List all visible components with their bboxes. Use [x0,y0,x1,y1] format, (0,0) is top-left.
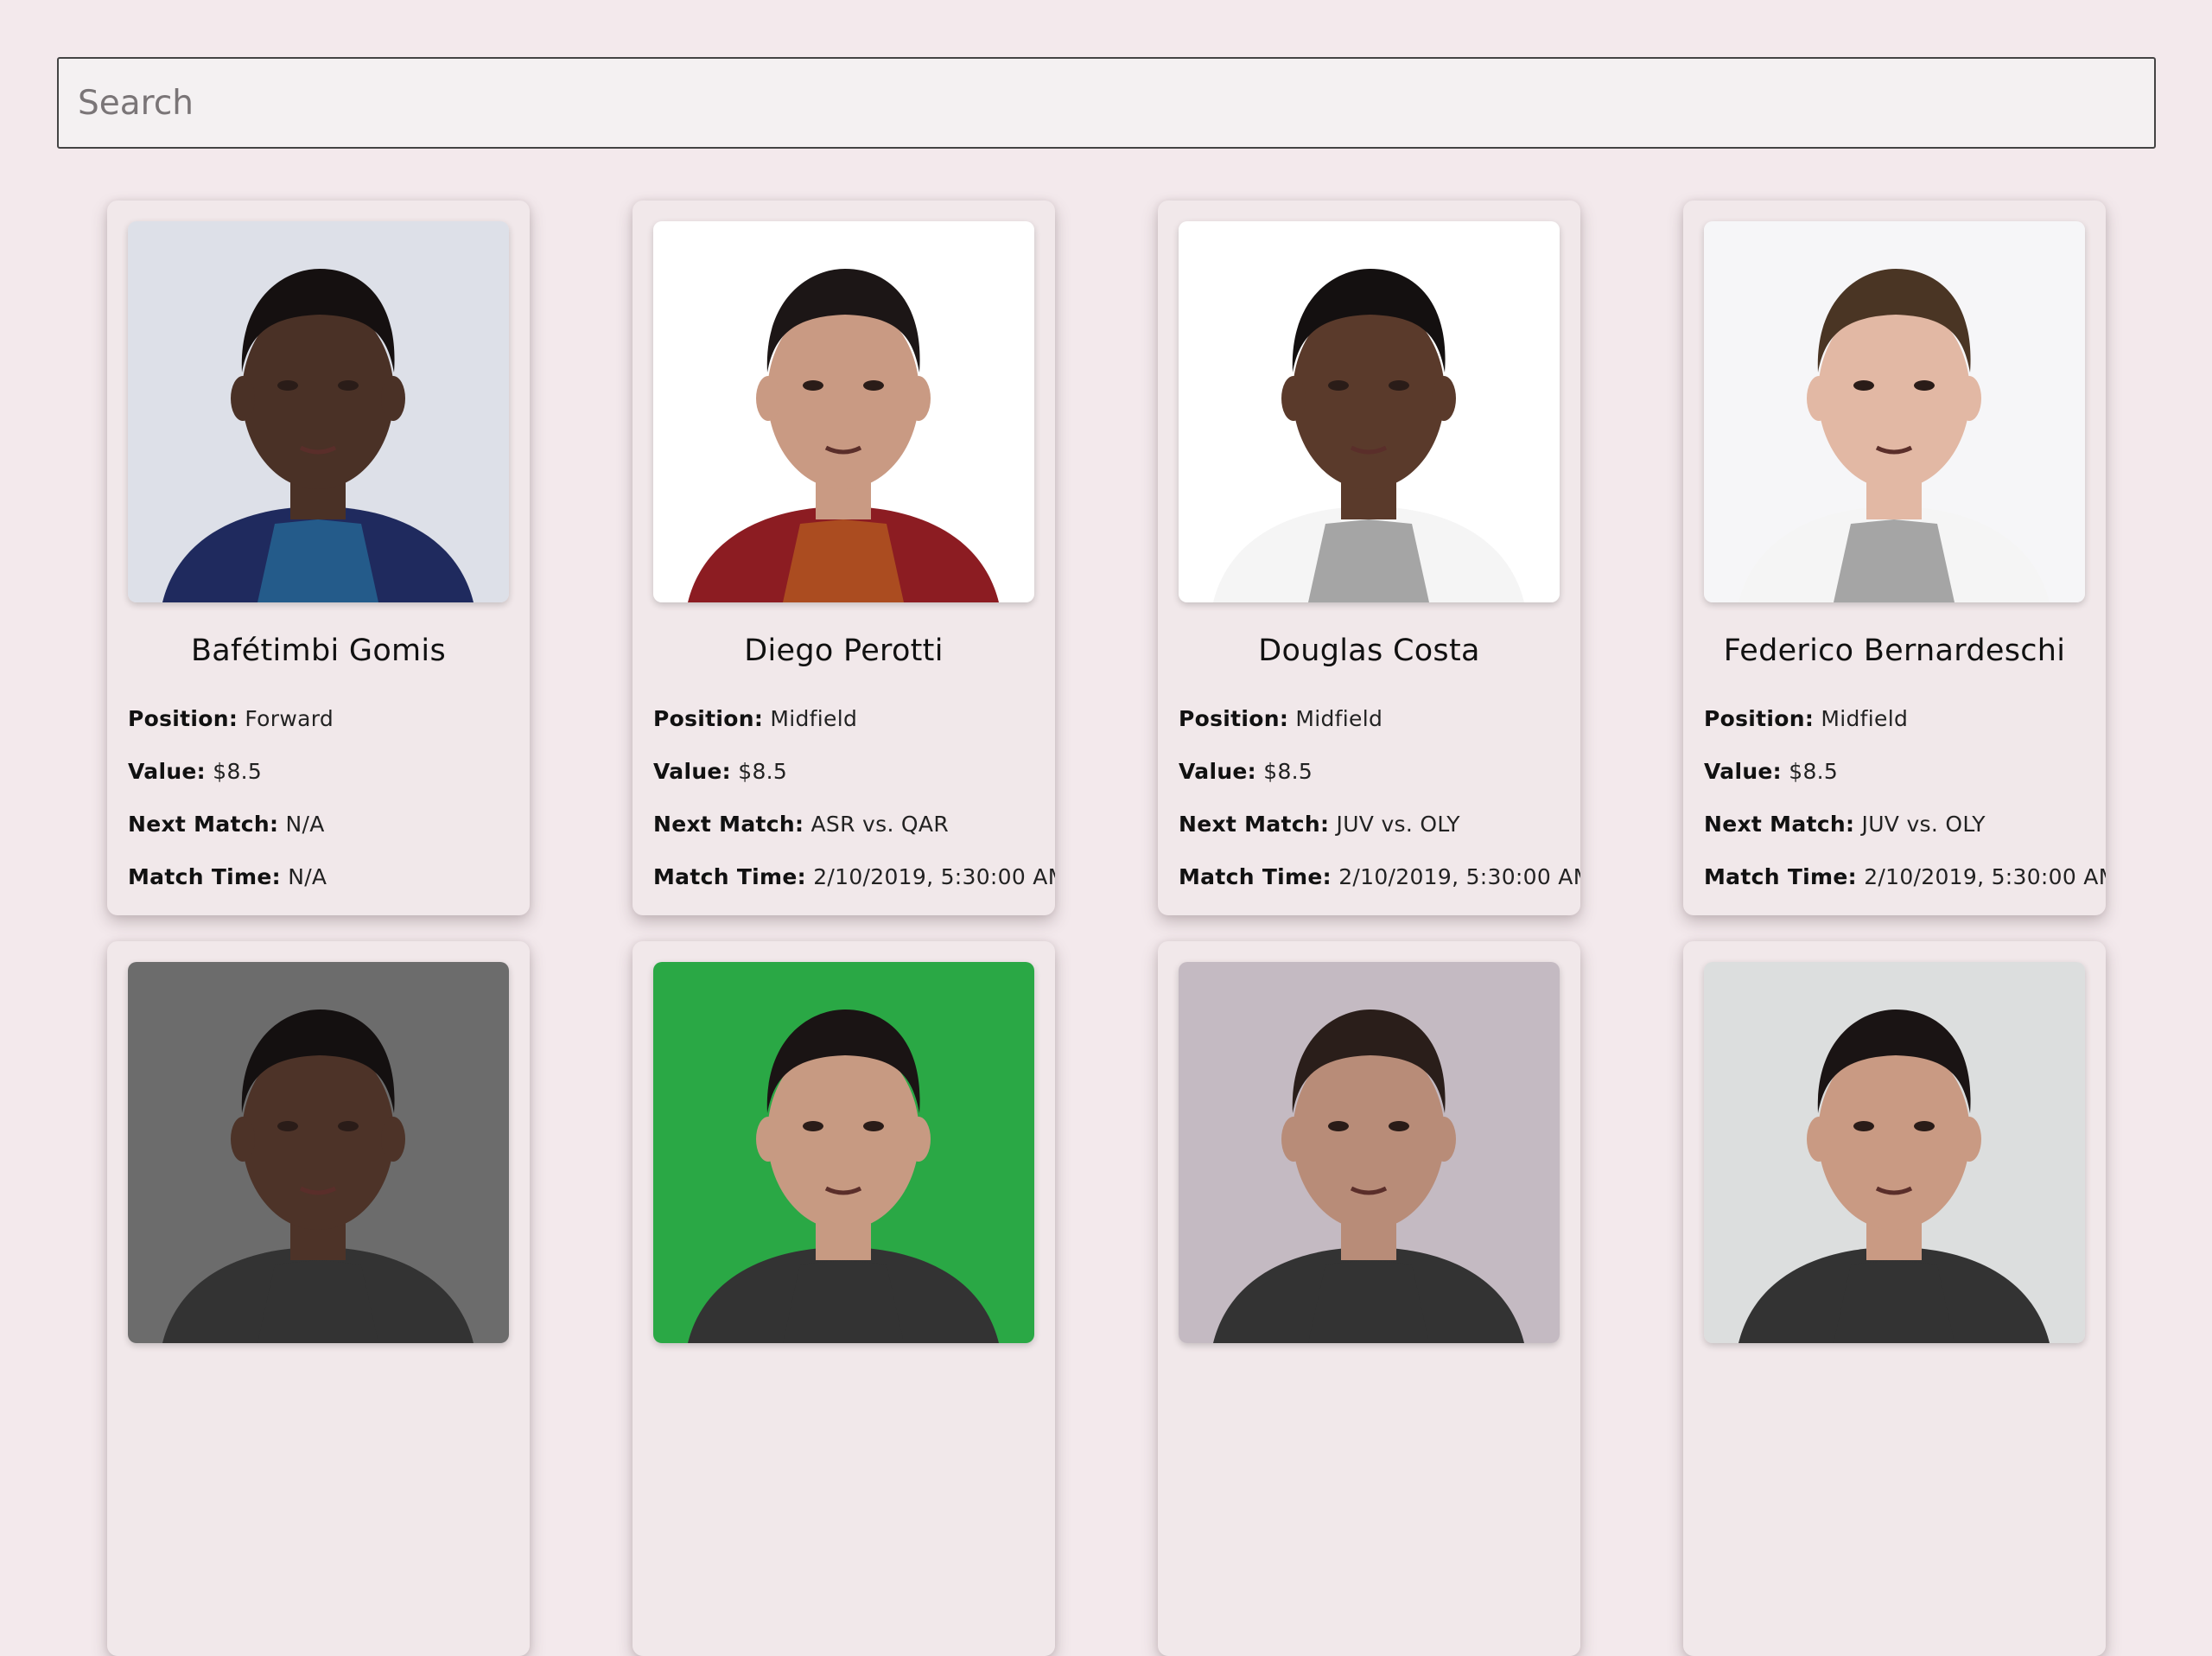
player-photo [1179,962,1560,1343]
next-match-row: Next Match: N/A [128,812,509,837]
player-card[interactable] [1158,941,1580,1656]
match-time-label: Match Time: [653,864,806,889]
match-time-row: Match Time: N/A [128,864,509,889]
match-time-value: 2/10/2019, 5:30:00 AM [1338,864,1580,889]
match-time-value: 2/10/2019, 5:30:00 AM [1864,864,2106,889]
value-row: Value: $8.5 [653,759,1034,784]
next-match-label: Next Match: [128,812,279,837]
position-value: Midfield [770,706,858,731]
position-label: Position: [128,706,238,731]
next-match-row: Next Match: ASR vs. QAR [653,812,1034,837]
position-row: Position: Midfield [1704,706,2085,731]
player-photo [1704,962,2085,1343]
match-time-label: Match Time: [1704,864,1857,889]
next-match-value: ASR vs. QAR [810,812,949,837]
player-photo [128,221,509,602]
position-row: Position: Midfield [653,706,1034,731]
player-name: Federico Bernardeschi [1723,634,2066,668]
position-label: Position: [653,706,764,731]
player-card[interactable]: Douglas Costa Position: Midfield Value: … [1158,201,1580,915]
search-box[interactable] [57,57,2156,149]
next-match-value: JUV vs. OLY [1861,812,1986,837]
next-match-row: Next Match: JUV vs. OLY [1179,812,1560,837]
player-photo [653,962,1034,1343]
player-name: Diego Perotti [744,634,944,668]
next-match-label: Next Match: [653,812,804,837]
search-input[interactable] [59,59,2154,147]
value-value: $8.5 [738,759,788,784]
next-match-value: N/A [285,812,325,837]
match-time-value: 2/10/2019, 5:30:00 AM [813,864,1055,889]
next-match-label: Next Match: [1179,812,1330,837]
value-label: Value: [128,759,206,784]
player-card[interactable] [632,941,1055,1656]
value-value: $8.5 [1263,759,1313,784]
value-label: Value: [1179,759,1256,784]
player-photo [653,221,1034,602]
player-photo [1179,221,1560,602]
player-photo [128,962,509,1343]
match-time-label: Match Time: [128,864,281,889]
position-value: Midfield [1821,706,1909,731]
match-time-value: N/A [288,864,327,889]
position-row: Position: Midfield [1179,706,1560,731]
player-grid: Bafétimbi Gomis Position: Forward Value:… [107,201,2107,1656]
next-match-value: JUV vs. OLY [1336,812,1460,837]
value-value: $8.5 [1789,759,1839,784]
value-label: Value: [653,759,731,784]
value-row: Value: $8.5 [128,759,509,784]
player-card[interactable] [1683,941,2106,1656]
value-row: Value: $8.5 [1179,759,1560,784]
position-value: Forward [245,706,334,731]
position-row: Position: Forward [128,706,509,731]
player-photo [1704,221,2085,602]
next-match-label: Next Match: [1704,812,1855,837]
player-card[interactable] [107,941,530,1656]
position-label: Position: [1704,706,1815,731]
match-time-row: Match Time: 2/10/2019, 5:30:00 AM [1704,864,2106,889]
match-time-row: Match Time: 2/10/2019, 5:30:00 AM [1179,864,1580,889]
value-value: $8.5 [213,759,263,784]
player-name: Bafétimbi Gomis [190,634,446,668]
position-value: Midfield [1295,706,1383,731]
value-label: Value: [1704,759,1782,784]
player-name: Douglas Costa [1258,634,1480,668]
match-time-label: Match Time: [1179,864,1332,889]
match-time-row: Match Time: 2/10/2019, 5:30:00 AM [653,864,1055,889]
player-card[interactable]: Bafétimbi Gomis Position: Forward Value:… [107,201,530,915]
next-match-row: Next Match: JUV vs. OLY [1704,812,2085,837]
player-card[interactable]: Diego Perotti Position: Midfield Value: … [632,201,1055,915]
position-label: Position: [1179,706,1289,731]
player-card[interactable]: Federico Bernardeschi Position: Midfield… [1683,201,2106,915]
value-row: Value: $8.5 [1704,759,2085,784]
